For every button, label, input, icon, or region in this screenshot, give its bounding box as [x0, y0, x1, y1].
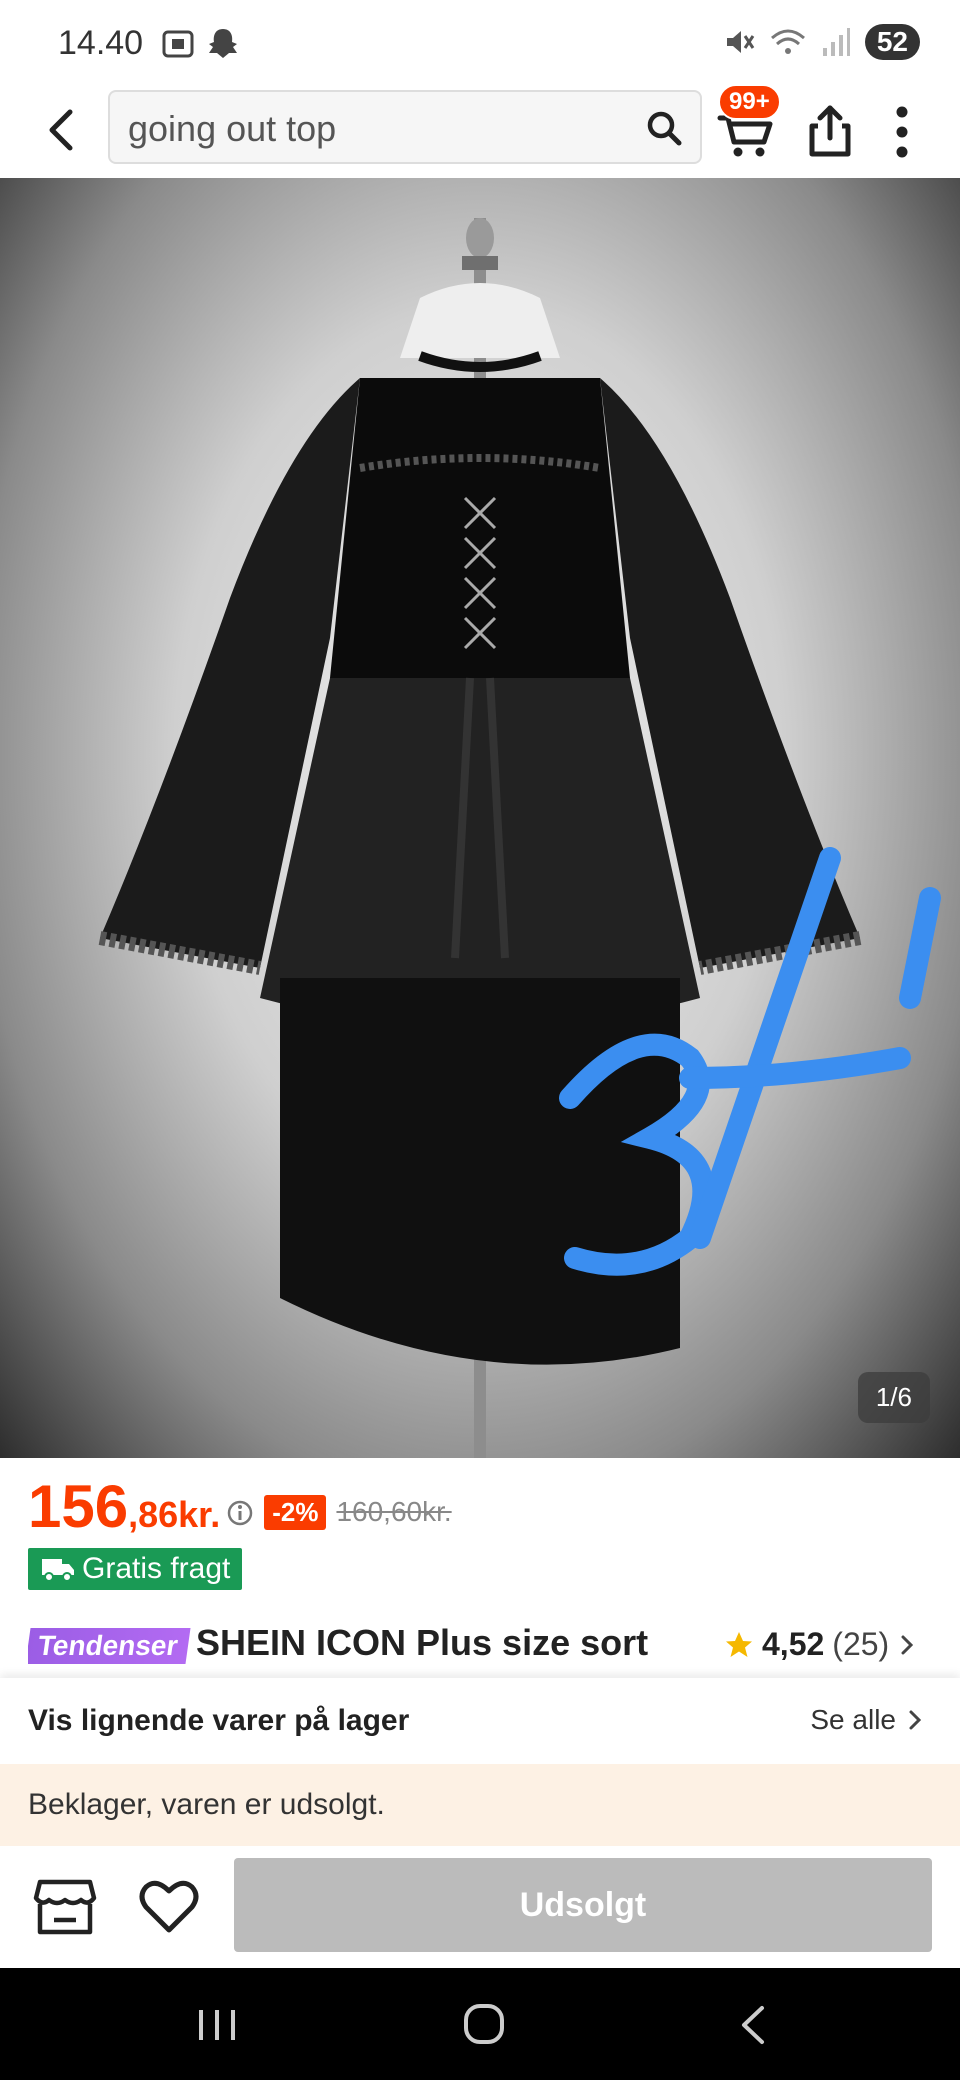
similar-items-bar: Vis lignende varer på lager Se alle [0, 1678, 960, 1764]
product-photo-dress [98, 218, 941, 1458]
screenshot-icon [162, 30, 194, 58]
signal-icon [822, 28, 850, 56]
mute-icon [726, 31, 755, 53]
chevron-right-icon [909, 1710, 922, 1730]
product-title: SHEIN ICON Plus size sort [196, 1622, 649, 1663]
similar-items-title: Vis lignende varer på lager [28, 1704, 410, 1737]
sold-out-notice-text: Beklager, varen er udsolgt. [28, 1788, 385, 1821]
snapchat-icon [209, 29, 237, 58]
chevron-right-icon [901, 1635, 914, 1654]
store-icon [33, 1879, 97, 1935]
image-counter: 1/6 [857, 1372, 930, 1423]
price-decimal: ,86kr. [128, 1494, 221, 1535]
original-price: 160,60kr. [336, 1496, 452, 1527]
share-button[interactable] [800, 102, 860, 162]
status-bar: 14.40 52 [0, 0, 960, 88]
trend-tag: Tendenser [28, 1628, 191, 1664]
star-icon [726, 1631, 752, 1657]
product-title-row[interactable]: Tendenser SHEIN ICON Plus size sort 4,52… [28, 1618, 938, 1678]
chevron-left-icon [49, 109, 73, 151]
share-icon [809, 105, 851, 157]
truck-icon [42, 1559, 74, 1582]
status-notification-icons [160, 26, 240, 62]
price-integer: 156 [28, 1473, 129, 1540]
see-all-link[interactable]: Se alle [810, 1704, 924, 1736]
search-icon[interactable] [644, 108, 684, 148]
status-time: 14.40 [58, 24, 144, 62]
cart-count-badge: 99+ [718, 84, 781, 120]
back-nav-icon[interactable] [736, 2004, 772, 2046]
store-button[interactable] [32, 1876, 98, 1938]
free-shipping-badge: Gratis fragt [28, 1548, 243, 1590]
status-system-icons: 52 [723, 24, 920, 60]
wifi-icon [770, 29, 805, 54]
recent-apps-icon[interactable] [196, 2006, 238, 2044]
top-navigation: going out top 99+ [0, 84, 960, 178]
rating-summary[interactable]: 4,52 (25) [724, 1626, 917, 1663]
search-query: going out top [128, 108, 337, 149]
back-button[interactable] [34, 102, 90, 158]
info-icon[interactable] [226, 1499, 254, 1527]
system-navigation-bar [0, 1968, 960, 2080]
review-count: (25) [832, 1626, 890, 1662]
battery-indicator: 52 [864, 24, 920, 60]
shipping-label: Gratis fragt [82, 1552, 231, 1585]
sold-out-button[interactable]: Udsolgt [234, 1858, 932, 1952]
product-image[interactable]: 1/6 [0, 178, 960, 1458]
rating-value: 4,52 [762, 1626, 825, 1662]
discount-badge: -2% [264, 1495, 327, 1530]
more-options-button[interactable] [882, 100, 922, 164]
sold-out-notice: Beklager, varen er udsolgt. [0, 1764, 960, 1846]
search-input[interactable]: going out top [108, 90, 702, 164]
bottom-action-bar: Udsolgt [0, 1846, 960, 1968]
wishlist-button[interactable] [136, 1874, 202, 1940]
see-all-label: Se alle [810, 1704, 896, 1735]
home-icon[interactable] [462, 2002, 506, 2046]
heart-icon [139, 1880, 199, 1933]
more-vertical-icon [896, 106, 908, 158]
price-row: 156 ,86kr. -2% 160,60kr. [28, 1472, 452, 1541]
